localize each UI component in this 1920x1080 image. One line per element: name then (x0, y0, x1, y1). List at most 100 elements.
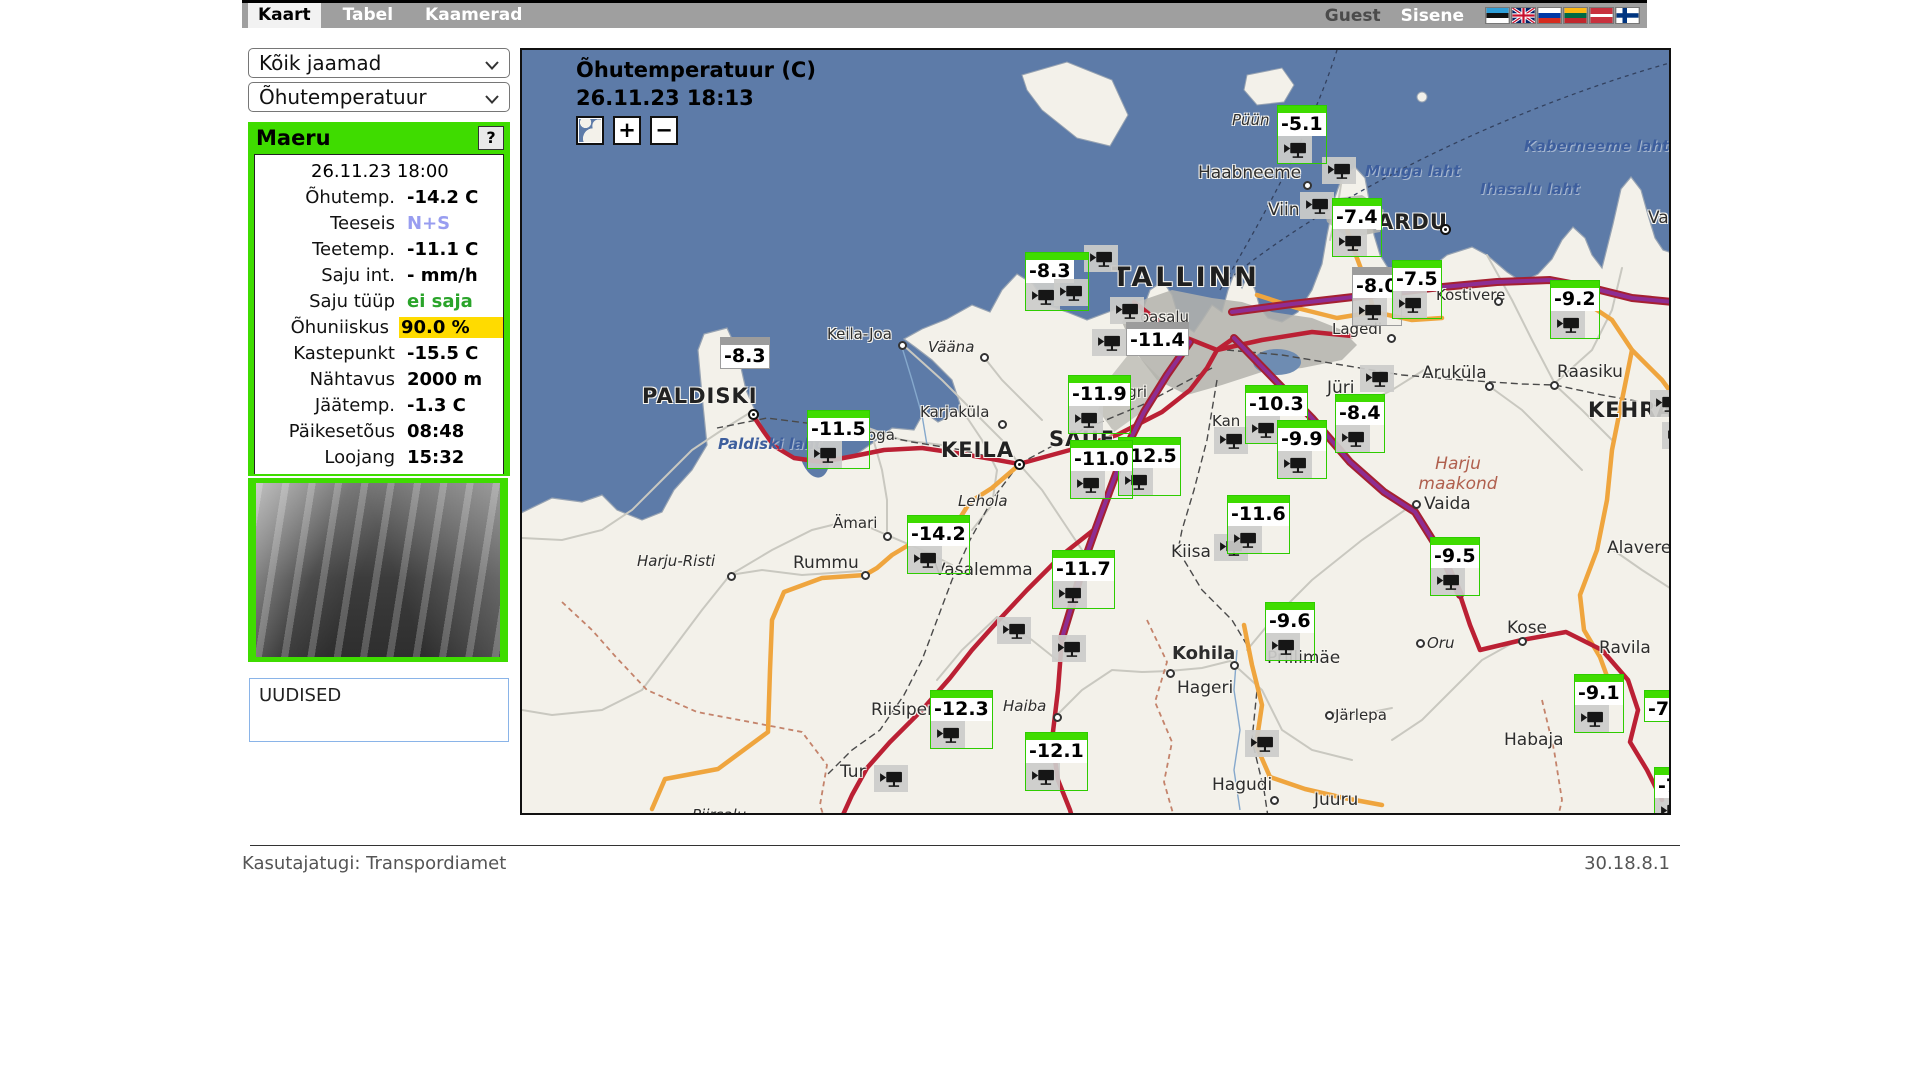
map-canvas[interactable]: Muuga lahtIhasalu lahtKaberneeme lahtPal… (520, 48, 1671, 815)
weather-station-marker[interactable]: -11.0 (1070, 440, 1133, 499)
weather-station-marker[interactable]: -9.1 (1574, 674, 1624, 733)
town-label: ARDU (1377, 210, 1448, 234)
footer-divider (250, 845, 1680, 846)
station-camera-icon[interactable] (1393, 291, 1427, 318)
town-dot (980, 353, 989, 362)
station-temperature-value: -11.6 (1228, 503, 1289, 526)
station-data-row: Õhuniiskus90.0 % (255, 314, 503, 340)
station-camera-icon[interactable] (1278, 136, 1312, 163)
weather-station-marker[interactable]: -9.9 (1277, 420, 1327, 479)
station-camera-icon[interactable] (1228, 526, 1262, 553)
station-camera-icon[interactable] (1054, 279, 1088, 306)
weather-station-marker[interactable]: -14.2 (907, 515, 970, 574)
station-camera-icon[interactable] (1246, 416, 1280, 443)
station-camera-row (1393, 291, 1441, 318)
station-data-row: Kastepunkt-15.5 C (255, 340, 503, 366)
weather-station-marker[interactable]: -7 (1654, 767, 1671, 815)
station-value-row: -11.5 (808, 418, 869, 441)
road-camera-icon[interactable] (874, 765, 908, 792)
station-camera-icon[interactable] (1071, 471, 1105, 498)
road-camera-icon[interactable] (1214, 427, 1248, 454)
station-camera-icon[interactable] (1092, 329, 1126, 356)
weather-station-marker[interactable]: -8.4 (1335, 394, 1385, 453)
weather-station-marker[interactable]: -7.4 (1332, 198, 1382, 257)
station-camera-icon[interactable] (1575, 705, 1609, 732)
town-dot (898, 341, 907, 350)
station-temperature-value: -10.3 (1246, 393, 1307, 416)
road-camera-icon[interactable] (1650, 390, 1671, 417)
weather-station-marker[interactable]: -5.1 (1277, 105, 1327, 164)
estonia-flag-icon[interactable] (1486, 8, 1509, 23)
station-camera-icon[interactable] (1053, 581, 1087, 608)
login-link[interactable]: Sisene (1401, 6, 1464, 26)
latvia-flag-icon[interactable] (1590, 8, 1613, 23)
weather-station-marker[interactable]: -12.1 (1025, 732, 1088, 791)
town-label: Val (1648, 208, 1671, 228)
tab-tabel[interactable]: Tabel (333, 3, 403, 28)
weather-station-marker[interactable]: -9.6 (1265, 602, 1315, 661)
station-value-row: -12.1 (1026, 740, 1087, 763)
weather-station-marker[interactable]: -12.3 (930, 690, 993, 749)
station-camera-icon[interactable] (1278, 451, 1312, 478)
station-temperature-value: -8.4 (1336, 402, 1384, 425)
tab-kaamerad[interactable]: Kaamerad (415, 3, 532, 28)
station-camera-icon[interactable] (1431, 568, 1465, 595)
parameter-select[interactable]: Õhutemperatuur (248, 82, 510, 112)
weather-station-marker[interactable]: -9.5 (1430, 537, 1480, 596)
road-camera-icon[interactable] (1300, 192, 1334, 219)
tab-kaart[interactable]: Kaart (248, 3, 321, 28)
overview-map-button[interactable] (576, 116, 604, 145)
map-header: Õhutemperatuur (C) 26.11.23 18:13 + − (576, 58, 816, 145)
station-camera-icon[interactable] (1266, 633, 1300, 660)
lithuania-flag-icon[interactable] (1564, 8, 1587, 23)
weather-station-marker[interactable]: -8.3 (1025, 252, 1089, 311)
row-label: Saju int. (255, 265, 405, 286)
weather-station-marker[interactable]: -11.7 (1052, 550, 1115, 609)
road-camera-icon[interactable] (1360, 365, 1394, 392)
station-status-bar (908, 516, 969, 523)
station-camera-icon[interactable] (1655, 798, 1671, 815)
station-camera-icon[interactable] (1333, 229, 1367, 256)
weather-station-marker[interactable]: -11.6 (1227, 495, 1290, 554)
station-filter-select[interactable]: Kõik jaamad (248, 48, 510, 78)
help-button[interactable]: ? (478, 126, 504, 150)
station-camera-icon[interactable] (931, 721, 965, 748)
weather-station-marker[interactable]: -11.9 (1068, 375, 1131, 434)
weather-station-marker[interactable]: -7.5 (1392, 260, 1442, 319)
zoom-out-button[interactable]: − (650, 116, 678, 145)
weather-station-marker[interactable]: -11.4 (1092, 322, 1189, 356)
station-camera-icon[interactable] (908, 546, 942, 573)
weather-station-marker[interactable]: -7. (1644, 690, 1671, 722)
station-camera-image[interactable] (256, 483, 500, 657)
station-camera-icon[interactable] (1336, 425, 1370, 452)
finland-flag-icon[interactable] (1616, 8, 1639, 23)
weather-station-marker[interactable]: -11.5 (807, 410, 870, 469)
station-camera-icon[interactable] (1551, 311, 1585, 338)
russia-flag-icon[interactable] (1538, 8, 1561, 23)
road-camera-icon[interactable] (1052, 635, 1086, 662)
station-camera-icon[interactable] (808, 441, 842, 468)
station-temperature-value: -11.7 (1053, 558, 1114, 581)
town-label: Püün (1232, 111, 1270, 129)
road-camera-icon[interactable] (1110, 297, 1144, 324)
zoom-in-button[interactable]: + (613, 116, 641, 145)
water-label: Kaberneeme laht (1524, 137, 1669, 155)
station-camera-icon[interactable] (1069, 406, 1103, 433)
station-camera-row (1336, 425, 1384, 452)
station-camera-icon[interactable] (1353, 298, 1387, 325)
weather-station-marker[interactable]: -9.2 (1550, 280, 1600, 339)
station-camera-icon[interactable] (1026, 763, 1060, 790)
station-status-bar (1069, 376, 1130, 383)
town-dot (1494, 297, 1503, 306)
weather-station-marker[interactable]: -8.3 (720, 337, 770, 369)
road-camera-icon[interactable] (1245, 730, 1279, 757)
road-weather-app: KaartTabelKaamerad Guest Sisene Kõik jaa… (0, 0, 1920, 1080)
row-label: Saju tüüp (255, 291, 405, 312)
road-camera-icon[interactable] (997, 617, 1031, 644)
chevron-down-icon (485, 51, 499, 75)
station-camera-row (1431, 568, 1479, 595)
united-kingdom-flag-icon[interactable] (1512, 8, 1535, 23)
road-camera-icon[interactable] (1662, 422, 1671, 449)
road-camera-icon[interactable] (1084, 245, 1118, 272)
road-camera-icon[interactable] (1322, 157, 1356, 184)
